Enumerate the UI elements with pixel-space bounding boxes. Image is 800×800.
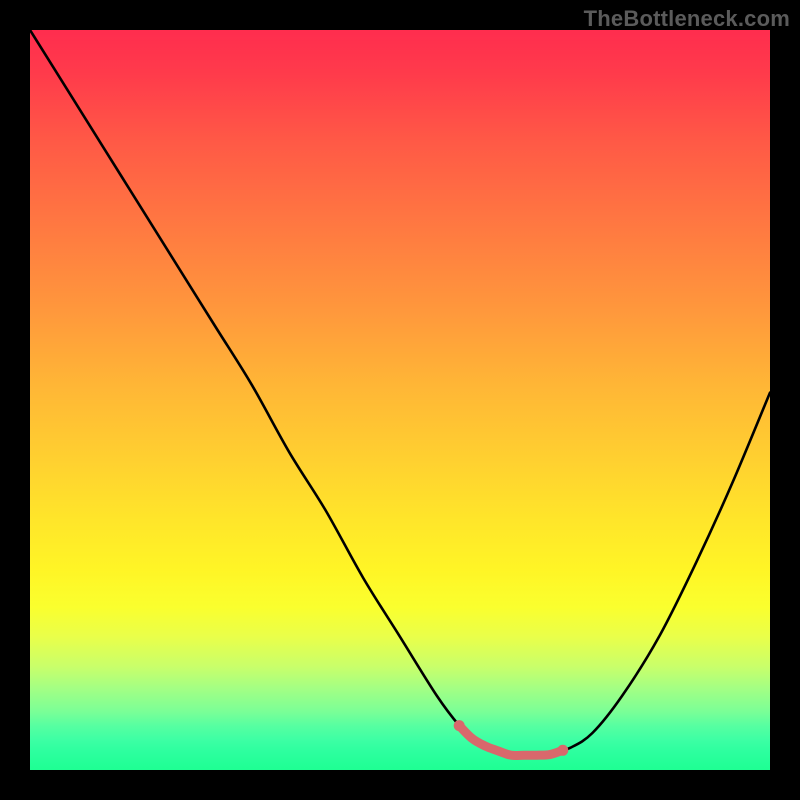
marker-dot-left <box>454 720 465 731</box>
bottleneck-curve <box>30 30 770 756</box>
watermark-text: TheBottleneck.com <box>584 6 790 32</box>
chart-curve-svg <box>30 30 770 770</box>
marker-dot-right <box>557 745 568 756</box>
marker-segment <box>459 726 563 756</box>
chart-plot-area <box>30 30 770 770</box>
